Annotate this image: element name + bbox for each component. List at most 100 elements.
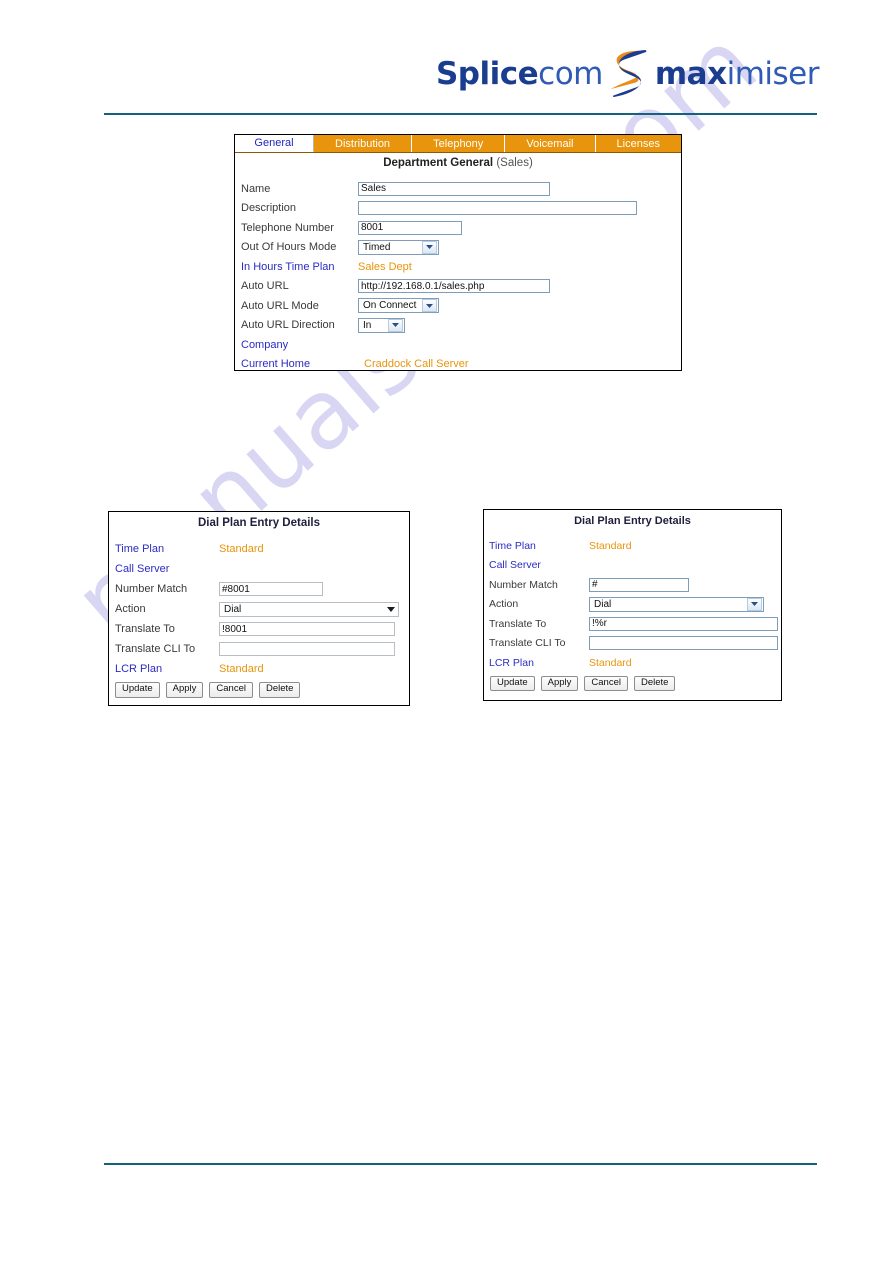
description-label: Description — [241, 202, 297, 215]
field-row-translate-to: Translate To — [484, 614, 781, 634]
department-form: Name Description Telephone Number Out Of… — [235, 169, 681, 374]
field-row-action: Action Dial — [109, 599, 409, 619]
dial-plan-left-form: Time Plan Standard Call Server Number Ma… — [109, 529, 409, 698]
field-row-out-of-hours-mode: Out Of Hours Mode Timed — [241, 238, 681, 258]
logo-text-imiser: imiser — [726, 55, 820, 92]
logo-text-com: com — [538, 55, 603, 92]
time-plan-label[interactable]: Time Plan — [484, 540, 589, 552]
delete-button[interactable]: Delete — [258, 682, 301, 698]
dial-plan-entry-details-panel-right: Dial Plan Entry Details Time Plan Standa… — [483, 509, 782, 701]
current-home-label[interactable]: Current Home — [241, 358, 358, 370]
tab-bar: General Distribution Telephony Voicemail… — [235, 135, 681, 153]
number-match-label: Number Match — [115, 583, 188, 595]
number-match-input[interactable] — [589, 577, 689, 592]
auto-url-label: Auto URL — [241, 280, 289, 293]
in-hours-time-plan-value: Sales Dept — [358, 260, 412, 273]
number-match-input[interactable] — [219, 582, 323, 596]
lcr-plan-value: Standard — [589, 656, 632, 669]
field-row-company: Company — [241, 335, 681, 355]
field-row-time-plan: Time Plan Standard — [484, 536, 781, 556]
logo-text-splice: Splice — [435, 55, 539, 92]
company-label[interactable]: Company — [241, 339, 358, 351]
out-of-hours-mode-select[interactable]: Timed — [358, 239, 439, 255]
apply-button[interactable]: Apply — [165, 682, 204, 698]
tab-voicemail[interactable]: Voicemail — [505, 135, 596, 152]
action-select[interactable]: Dial — [219, 601, 399, 617]
dial-plan-left-button-row: Update Apply Cancel Delete — [109, 679, 409, 698]
time-plan-value: Standard — [589, 539, 632, 552]
auto-url-input[interactable] — [358, 279, 550, 294]
page-title: Department General (Sales) — [235, 153, 681, 169]
delete-button[interactable]: Delete — [633, 675, 676, 692]
field-row-number-match: Number Match — [484, 575, 781, 595]
time-plan-label[interactable]: Time Plan — [109, 543, 219, 555]
update-button[interactable]: Update — [115, 682, 160, 698]
field-row-auto-url: Auto URL — [241, 277, 681, 297]
translate-cli-to-input[interactable] — [219, 642, 395, 656]
field-row-call-server: Call Server — [109, 559, 409, 579]
in-hours-time-plan-label[interactable]: In Hours Time Plan — [241, 261, 358, 273]
apply-button[interactable]: Apply — [540, 675, 579, 692]
translate-cli-to-input[interactable] — [589, 636, 778, 651]
description-input[interactable] — [358, 201, 637, 216]
field-row-auto-url-mode: Auto URL Mode On Connect — [241, 296, 681, 316]
action-label: Action — [115, 603, 146, 615]
time-plan-value: Standard — [219, 543, 264, 555]
telephone-number-label: Telephone Number — [241, 221, 334, 234]
name-label: Name — [241, 182, 271, 195]
chevron-down-icon — [384, 606, 398, 612]
auto-url-mode-select[interactable]: On Connect — [358, 298, 439, 314]
auto-url-direction-value: In — [363, 319, 372, 331]
field-row-action: Action Dial — [484, 595, 781, 615]
field-row-name: Name — [241, 179, 681, 199]
dial-plan-right-form: Time Plan Standard Call Server Number Ma… — [484, 527, 781, 692]
page-title-sub: (Sales) — [496, 157, 533, 169]
name-input[interactable] — [358, 181, 550, 196]
field-row-translate-to: Translate To — [109, 619, 409, 639]
telephone-number-input[interactable] — [358, 220, 462, 235]
auto-url-mode-value: On Connect — [363, 300, 417, 312]
dial-plan-entry-details-panel-left: Dial Plan Entry Details Time Plan Standa… — [108, 511, 410, 706]
auto-url-direction-select[interactable]: In — [358, 317, 405, 333]
lcr-plan-value: Standard — [219, 663, 264, 675]
cancel-button[interactable]: Cancel — [209, 682, 253, 698]
dial-plan-right-button-row: Update Apply Cancel Delete — [484, 673, 781, 692]
field-row-telephone-number: Telephone Number — [241, 218, 681, 238]
dial-plan-right-title: Dial Plan Entry Details — [574, 515, 691, 527]
tab-distribution[interactable]: Distribution — [314, 135, 413, 152]
lcr-plan-label[interactable]: LCR Plan — [109, 663, 219, 675]
chevron-down-icon — [747, 597, 762, 611]
splicecom-maximiser-logo: Splice com max imiser — [435, 45, 820, 103]
page-title-main: Department General — [383, 157, 494, 169]
translate-to-label: Translate To — [115, 623, 175, 635]
chevron-down-icon — [388, 318, 403, 332]
translate-cli-to-label: Translate CLI To — [489, 637, 566, 650]
tab-general[interactable]: General — [235, 135, 314, 152]
action-value: Dial — [594, 598, 612, 610]
call-server-label[interactable]: Call Server — [484, 559, 589, 571]
tab-licenses[interactable]: Licenses — [595, 135, 681, 152]
action-label: Action — [489, 598, 519, 611]
s-swoosh-icon — [599, 45, 657, 103]
translate-to-label: Translate To — [489, 617, 547, 630]
update-button[interactable]: Update — [490, 675, 535, 692]
out-of-hours-mode-value: Timed — [363, 241, 391, 253]
auto-url-mode-label: Auto URL Mode — [241, 299, 319, 312]
action-select[interactable]: Dial — [589, 596, 764, 612]
field-row-description: Description — [241, 199, 681, 219]
translate-to-input[interactable] — [589, 616, 778, 631]
cancel-button[interactable]: Cancel — [584, 675, 628, 692]
lcr-plan-label[interactable]: LCR Plan — [484, 657, 589, 669]
action-value: Dial — [224, 603, 242, 615]
translate-to-input[interactable] — [219, 622, 395, 636]
footer-divider — [104, 1163, 817, 1165]
call-server-label[interactable]: Call Server — [109, 563, 219, 575]
dial-plan-left-title: Dial Plan Entry Details — [197, 517, 321, 529]
chevron-down-icon — [422, 240, 437, 254]
tab-telephony[interactable]: Telephony — [412, 135, 506, 152]
chevron-down-icon — [422, 299, 437, 313]
current-home-value: Craddock Call Server — [364, 358, 469, 371]
field-row-call-server: Call Server — [484, 556, 781, 576]
translate-cli-to-label: Translate CLI To — [115, 643, 196, 655]
field-row-in-hours-time-plan: In Hours Time Plan Sales Dept — [241, 257, 681, 277]
